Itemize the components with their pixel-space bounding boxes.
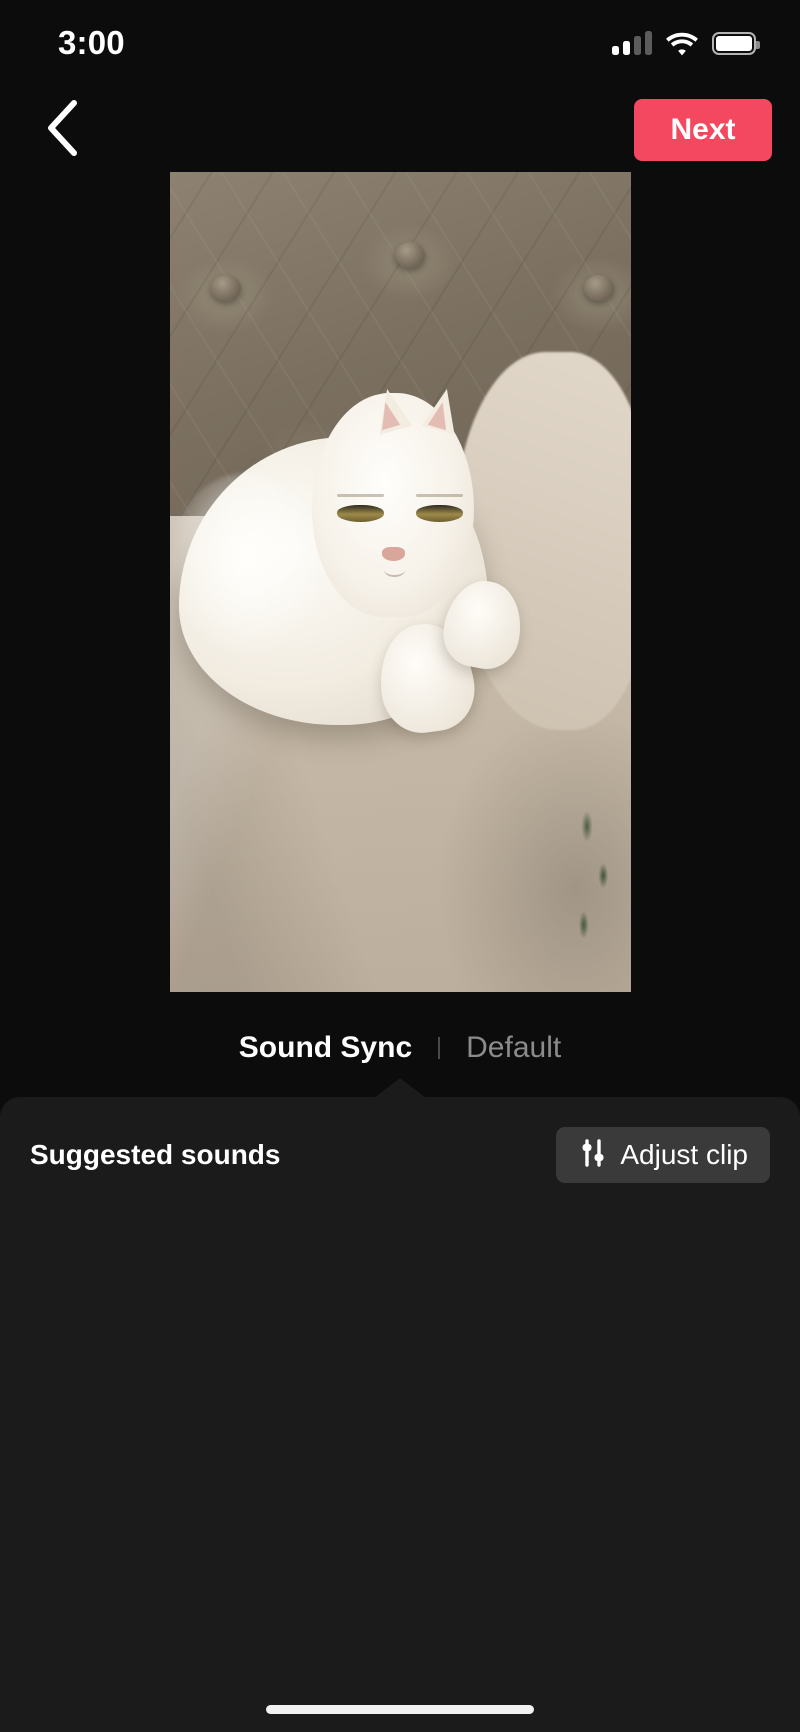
preview-cat — [169, 385, 539, 754]
back-button[interactable] — [30, 98, 94, 162]
video-preview[interactable] — [169, 172, 631, 992]
preview-plant — [561, 787, 626, 984]
nav-bar: Next — [0, 86, 800, 174]
chevron-left-icon — [45, 99, 79, 161]
suggested-sounds-title: Suggested sounds — [30, 1139, 281, 1170]
status-bar: 3:00 — [0, 0, 800, 86]
tab-sound-sync[interactable]: Sound Sync — [239, 1031, 412, 1065]
battery-icon — [712, 31, 760, 55]
video-preview-area — [0, 172, 800, 1022]
sheet-caret-icon — [374, 1078, 426, 1098]
wifi-icon — [665, 31, 699, 56]
sheet-header: Suggested sounds Adjust clip — [0, 1097, 800, 1183]
mode-tabs: Sound Sync Default — [0, 1018, 800, 1078]
cellular-signal-icon — [612, 31, 652, 55]
home-indicator[interactable] — [266, 1705, 534, 1714]
adjust-clip-label: Adjust clip — [620, 1139, 748, 1170]
tab-separator — [438, 1037, 441, 1059]
status-icons — [612, 31, 760, 56]
sliders-icon — [578, 1138, 608, 1173]
sounds-sheet: Suggested sounds Adjust clip — [0, 1078, 800, 1732]
status-time: 3:00 — [58, 24, 125, 61]
tab-default[interactable]: Default — [466, 1031, 561, 1065]
next-button[interactable]: Next — [634, 99, 772, 161]
adjust-clip-button[interactable]: Adjust clip — [556, 1127, 770, 1183]
app-screen: 3:00 Next Sound Sync Default Suggested s… — [0, 0, 800, 1732]
